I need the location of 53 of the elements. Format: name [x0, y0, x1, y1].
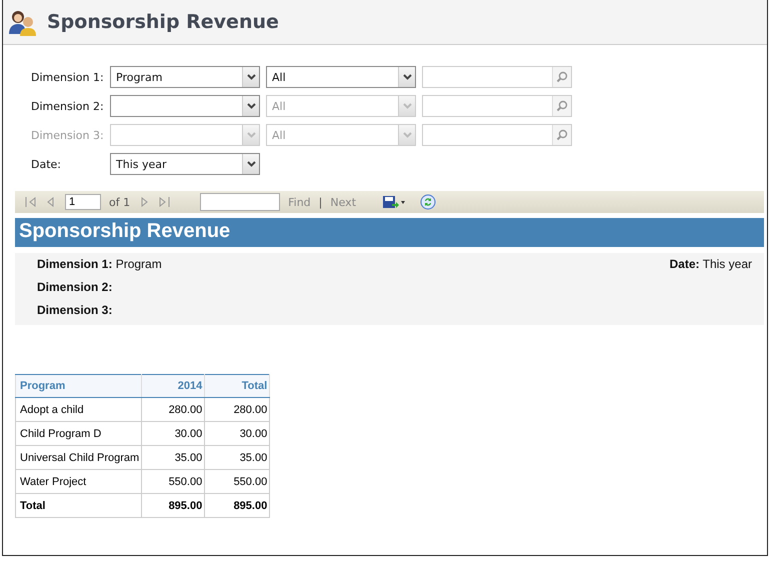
- search-icon: [556, 71, 568, 83]
- page-count: of 1: [109, 196, 130, 208]
- filter-label: Dimension 2:: [31, 100, 105, 112]
- table-cell: 280.00: [142, 398, 205, 422]
- date-parameter: Date: This year: [670, 257, 752, 273]
- search-icon: [556, 100, 568, 112]
- last-page-icon[interactable]: [158, 197, 170, 207]
- table-cell: Child Program D: [16, 422, 142, 446]
- first-page-icon[interactable]: [25, 197, 37, 207]
- table-cell: 30.00: [204, 422, 270, 446]
- filter-label: Dimension 3:: [31, 128, 105, 142]
- column-header: Program: [16, 374, 142, 398]
- people-icon: [7, 8, 37, 36]
- table-cell: Universal Child Program: [16, 446, 142, 470]
- table-cell: 35.00: [204, 446, 270, 470]
- search-field[interactable]: [422, 95, 572, 117]
- caret-icon: [246, 161, 256, 167]
- table-cell: 550.00: [142, 470, 205, 494]
- page-title: Sponsorship Revenue: [47, 11, 279, 33]
- refresh-icon[interactable]: [420, 194, 436, 210]
- table-cell: 30.00: [142, 422, 205, 446]
- filter-label: Date:: [31, 158, 62, 170]
- caret-icon: [246, 103, 256, 109]
- table-cell: 550.00: [204, 470, 270, 494]
- caret-icon: [402, 74, 412, 80]
- parameter-text: Dimension 1: Program: [37, 257, 162, 271]
- search-field[interactable]: [422, 66, 572, 88]
- value-dropdown[interactable]: All: [266, 66, 416, 88]
- table-cell: 895.00: [142, 494, 205, 518]
- table-cell: 280.00: [204, 398, 270, 422]
- caret-icon: [402, 103, 412, 109]
- parameter-text: Dimension 2:: [37, 280, 114, 294]
- table-cell: 895.00: [204, 494, 270, 518]
- dimension-dropdown[interactable]: This year: [110, 153, 260, 175]
- table-cell: Total: [16, 494, 142, 518]
- find-field[interactable]: [200, 193, 280, 211]
- report-title: Sponsorship Revenue: [15, 218, 764, 247]
- save-icon[interactable]: [382, 195, 406, 209]
- table-cell: 35.00: [142, 446, 205, 470]
- caret-icon: [246, 132, 256, 138]
- table-cell: Water Project: [16, 470, 142, 494]
- caret-icon: [246, 74, 256, 80]
- dimension-dropdown[interactable]: [110, 95, 260, 117]
- page-number-field[interactable]: 1: [65, 194, 101, 210]
- caret-icon: [402, 132, 412, 138]
- column-header: 2014: [142, 374, 205, 398]
- filter-label: Dimension 1:: [31, 70, 105, 84]
- dimension-dropdown[interactable]: Program: [110, 66, 260, 88]
- search-icon: [556, 129, 568, 141]
- separator: |: [318, 196, 322, 208]
- parameter-text: Dimension 3:: [37, 303, 114, 317]
- table-cell: Adopt a child: [16, 398, 142, 422]
- column-header: Total: [204, 374, 270, 398]
